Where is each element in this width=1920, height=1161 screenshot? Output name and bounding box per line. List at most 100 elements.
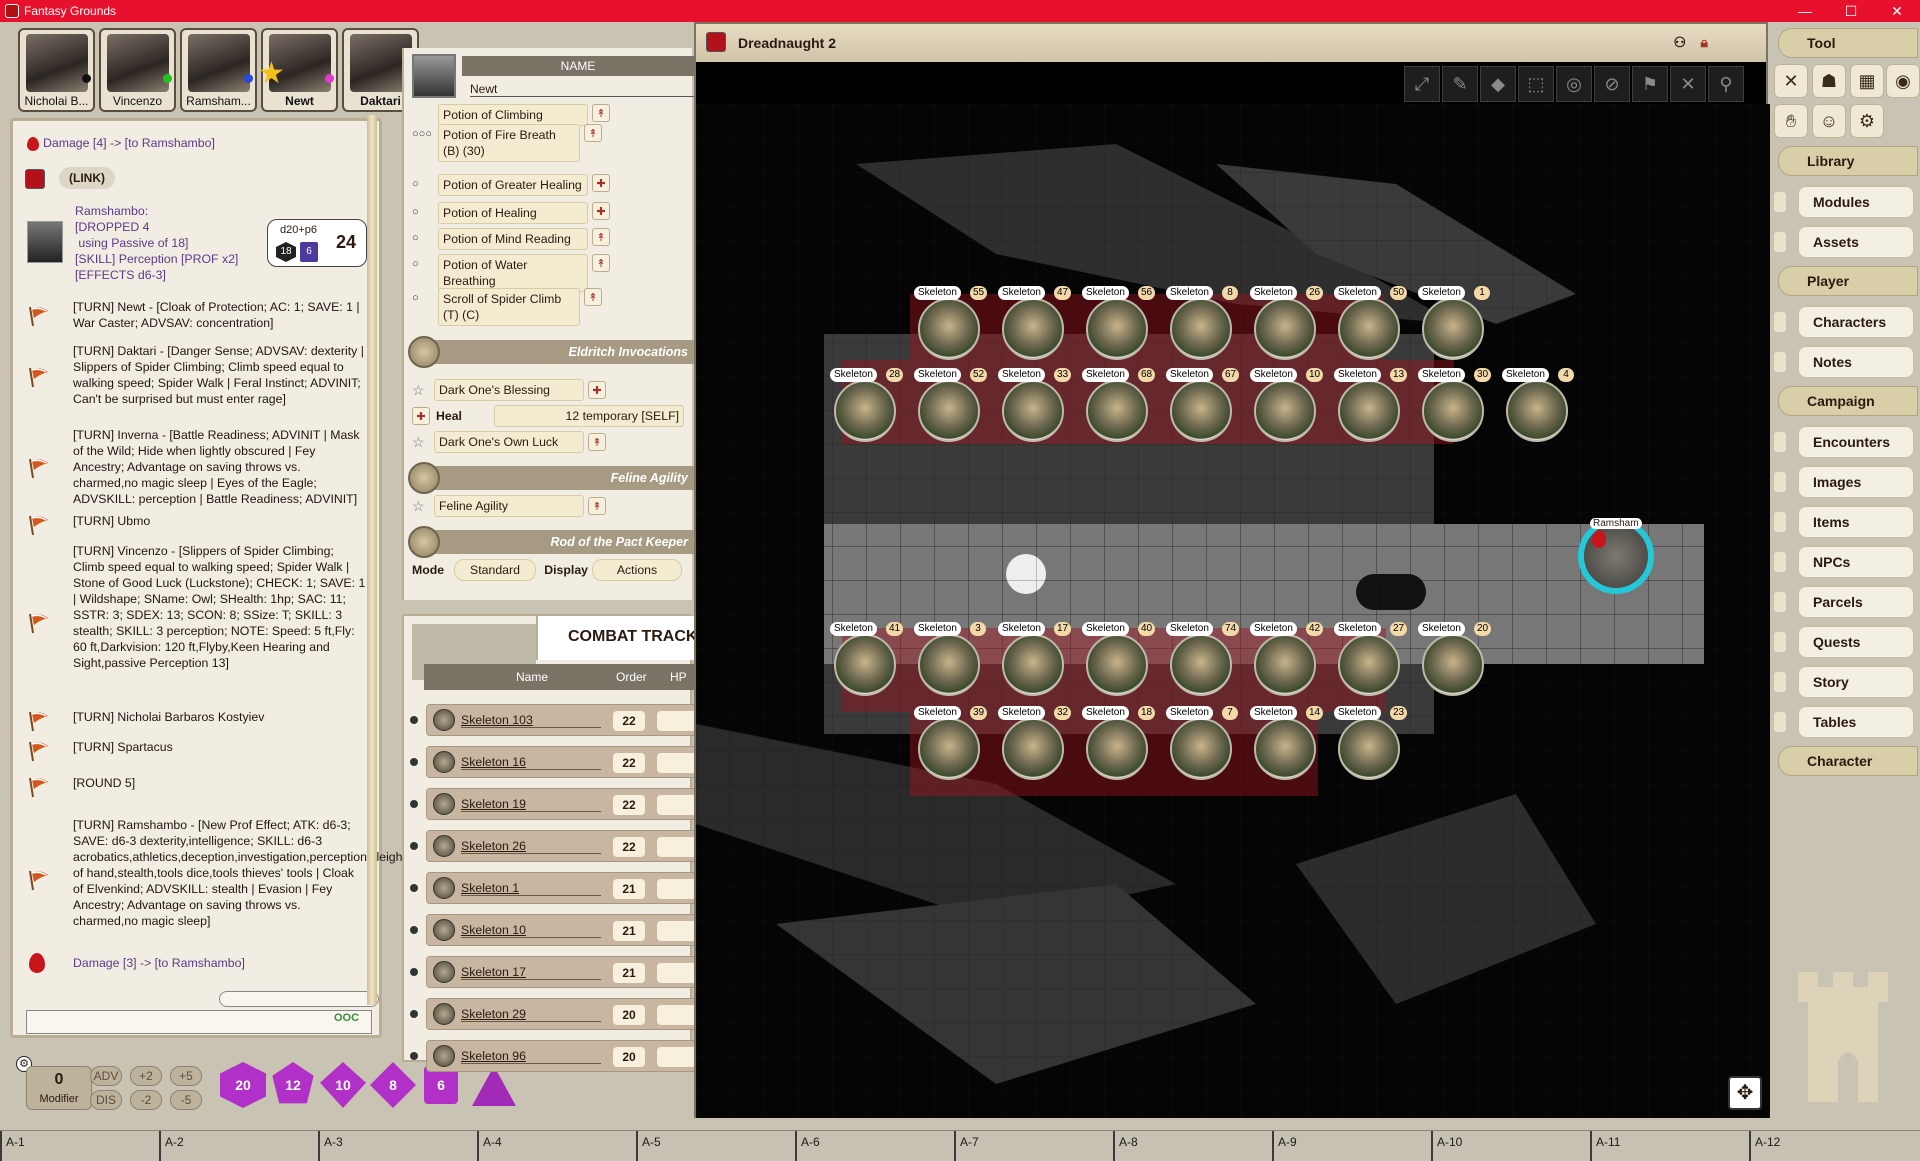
initiative-order[interactable]: 20 <box>613 1047 645 1067</box>
skeleton-token[interactable]: Skeleton 17 <box>998 622 1072 696</box>
combatant-name[interactable]: Skeleton 29 <box>461 1007 601 1022</box>
sidebar-tab-handle[interactable] <box>1774 552 1786 572</box>
hp-field[interactable] <box>657 963 699 983</box>
sidebar-tab-handle[interactable] <box>1774 512 1786 532</box>
skeleton-token[interactable]: Skeleton 32 <box>998 706 1072 780</box>
select-icon[interactable]: ⬚ <box>1518 66 1554 102</box>
character-name[interactable]: Newt <box>470 82 694 97</box>
sidebar-head-character[interactable]: Character <box>1778 746 1918 776</box>
action-icon[interactable]: ↟ <box>584 124 602 142</box>
action-icon[interactable]: ↟ <box>592 254 610 272</box>
skeleton-token[interactable]: Skeleton 28 <box>830 368 904 442</box>
skeleton-token[interactable]: Skeleton 42 <box>1250 622 1324 696</box>
uses-indicator[interactable]: ○○○ <box>412 124 438 140</box>
hp-field[interactable] <box>657 837 699 857</box>
flag-icon[interactable]: ⚑ <box>1632 66 1668 102</box>
skeleton-token[interactable]: Skeleton 40 <box>1082 622 1156 696</box>
uses-indicator[interactable]: ○ <box>412 228 438 244</box>
action-icon[interactable]: ↟ <box>588 433 606 451</box>
eraser-icon[interactable]: ◆ <box>1480 66 1516 102</box>
d20-die-icon[interactable]: 20 <box>220 1062 266 1108</box>
ct-active-indicator[interactable] <box>410 884 418 892</box>
sidebar-item-items[interactable]: Items <box>1798 506 1914 538</box>
combat-row[interactable]: Skeleton 17 21 <box>426 956 699 988</box>
ooc-toggle[interactable]: OOC <box>334 1012 359 1024</box>
sidebar-tab-handle[interactable] <box>1774 632 1786 652</box>
hp-field[interactable] <box>657 879 699 899</box>
d12-die-icon[interactable]: 12 <box>272 1062 314 1104</box>
initiative-order[interactable]: 22 <box>613 795 645 815</box>
hotkey-slot[interactable]: A-7 <box>954 1131 1112 1161</box>
close-button[interactable]: ✕ <box>1874 0 1920 22</box>
pen-icon[interactable]: ✎ <box>1442 66 1478 102</box>
item-name[interactable]: Potion of Fire Breath (B) (30) <box>438 124 580 162</box>
hotkey-slot[interactable]: A-12 <box>1749 1131 1907 1161</box>
combatant-name[interactable]: Skeleton 19 <box>461 797 601 812</box>
user-add-icon[interactable]: ☺ <box>1812 104 1846 138</box>
combat-row[interactable]: Skeleton 19 22 <box>426 788 699 820</box>
combatant-name[interactable]: Skeleton 96 <box>461 1049 601 1064</box>
ct-active-indicator[interactable] <box>410 968 418 976</box>
invocation-row[interactable]: ☆ Dark One's Blessing ✚ <box>412 378 606 402</box>
inventory-item[interactable]: ○ Potion of Water Breathing ↟ <box>412 254 610 292</box>
sidebar-head-tool[interactable]: Tool <box>1778 28 1918 58</box>
skeleton-token[interactable]: Skeleton 74 <box>1166 622 1240 696</box>
sidebar-item-characters[interactable]: Characters <box>1798 306 1914 338</box>
skeleton-token[interactable]: Skeleton 56 <box>1082 286 1156 360</box>
portrait-1[interactable]: Vincenzo <box>99 28 176 112</box>
skeleton-token[interactable]: Skeleton 10 <box>1250 368 1324 442</box>
ct-active-indicator[interactable] <box>410 800 418 808</box>
skeleton-token[interactable]: Skeleton 47 <box>998 286 1072 360</box>
hp-field[interactable] <box>657 1047 699 1067</box>
sidebar-head-library[interactable]: Library <box>1778 146 1918 176</box>
chat-input[interactable] <box>26 1010 372 1034</box>
ct-active-indicator[interactable] <box>410 926 418 934</box>
hp-field[interactable] <box>657 1005 699 1025</box>
ct-active-indicator[interactable] <box>410 716 418 724</box>
inventory-item[interactable]: ○ Potion of Greater Healing ✚ <box>412 174 610 198</box>
skeleton-token[interactable]: Skeleton 30 <box>1418 368 1492 442</box>
skeleton-token[interactable]: Skeleton 14 <box>1250 706 1324 780</box>
skeleton-token[interactable]: Skeleton 3 <box>914 622 986 696</box>
initiative-order[interactable]: 21 <box>613 963 645 983</box>
item-name[interactable]: Potion of Mind Reading <box>438 228 588 250</box>
combat-row[interactable]: Skeleton 16 22 <box>426 746 699 778</box>
skeleton-token[interactable]: Skeleton 68 <box>1082 368 1156 442</box>
skeleton-token[interactable]: Skeleton 1 <box>1418 286 1490 360</box>
gear-icon[interactable]: ⚙ <box>1850 104 1884 138</box>
action-icon[interactable]: ↟ <box>584 288 602 306</box>
hand-icon[interactable]: ✋︎ <box>1774 104 1808 138</box>
skeleton-token[interactable]: Skeleton 52 <box>914 368 988 442</box>
skeleton-token[interactable]: Skeleton 8 <box>1166 286 1238 360</box>
d4-die-icon[interactable] <box>472 1066 516 1106</box>
heal-icon[interactable]: ✚ <box>412 407 430 425</box>
initiative-order[interactable]: 22 <box>613 837 645 857</box>
combatant-name[interactable]: Skeleton 10 <box>461 923 601 938</box>
skeleton-token[interactable]: Skeleton 50 <box>1334 286 1408 360</box>
inventory-item[interactable]: ○ Potion of Healing ✚ <box>412 202 610 226</box>
item-name[interactable]: Scroll of Spider Climb (T) (C) <box>438 288 580 326</box>
skeleton-token[interactable]: Skeleton 13 <box>1334 368 1408 442</box>
action-icon[interactable]: ↟ <box>592 228 610 246</box>
inventory-item[interactable]: ○○○ Potion of Fire Breath (B) (30) ↟ <box>412 124 602 164</box>
hotkey-slot[interactable]: A-9 <box>1272 1131 1430 1161</box>
invocation-name[interactable]: Dark One's Own Luck <box>434 431 584 453</box>
portrait-2[interactable]: Ramsham... <box>180 28 257 112</box>
initiative-order[interactable]: 21 <box>613 921 645 941</box>
skeleton-token[interactable]: Skeleton 4 <box>1502 368 1574 442</box>
sidebar-tab-handle[interactable] <box>1774 232 1786 252</box>
party-icon[interactable]: ☗ <box>1812 64 1846 98</box>
action-icon[interactable]: ↟ <box>592 104 610 122</box>
heal-icon[interactable]: ✚ <box>592 174 610 192</box>
initiative-order[interactable]: 22 <box>613 711 645 731</box>
uses-indicator[interactable]: ○ <box>412 288 438 304</box>
hotkey-slot[interactable]: A-6 <box>795 1131 953 1161</box>
target-icon[interactable]: ◎ <box>1556 66 1592 102</box>
chat-scrollbar[interactable] <box>367 115 377 1005</box>
minus5-button[interactable]: -5 <box>170 1090 202 1110</box>
sidebar-item-parcels[interactable]: Parcels <box>1798 586 1914 618</box>
skeleton-token[interactable]: Skeleton 33 <box>998 368 1072 442</box>
hotkey-slot[interactable]: A-10 <box>1431 1131 1589 1161</box>
combatant-name[interactable]: Skeleton 103 <box>461 713 601 728</box>
sidebar-item-modules[interactable]: Modules <box>1798 186 1914 218</box>
